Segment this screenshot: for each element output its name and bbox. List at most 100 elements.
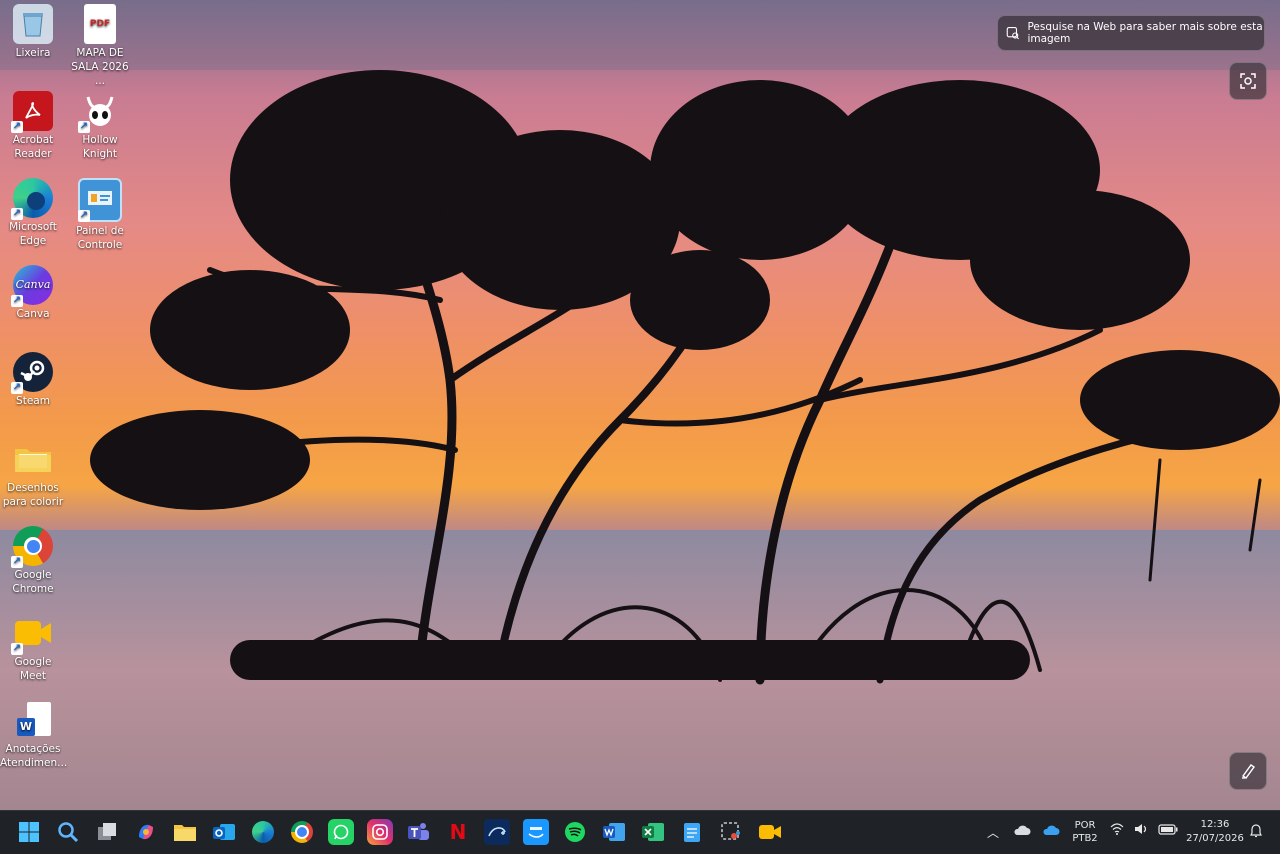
control-panel-icon: ↗ <box>78 178 122 222</box>
hollow-knight-icon: ↗ <box>78 91 120 133</box>
clock[interactable]: 12:36 27/07/2026 <box>1184 818 1246 846</box>
camera-app-button[interactable] <box>757 819 783 845</box>
desktop-icon-microsoft-edge[interactable]: ↗ Microsoft Edge <box>0 178 66 248</box>
word-icon <box>603 823 625 841</box>
mangrove-silhouette <box>0 0 1280 810</box>
desktop-icon-google-meet[interactable]: ↗ Google Meet <box>0 613 66 683</box>
task-view-button[interactable] <box>94 819 120 845</box>
outlook-icon <box>213 824 235 840</box>
desktop-icon-label: Painel de Controle <box>76 225 124 251</box>
teams-button[interactable] <box>406 819 432 845</box>
visual-search-button[interactable] <box>1229 62 1267 100</box>
disney-plus-icon <box>488 827 506 837</box>
desktop-icon-painel-de-controle[interactable]: ↗ Painel de Controle <box>67 178 133 252</box>
folder-icon <box>13 439 53 479</box>
desktop-icon-anotacoes-atendimento[interactable]: W Anotações Atendimen... <box>0 700 68 770</box>
shortcut-arrow-icon: ↗ <box>11 121 23 133</box>
desktop-icon-label: Acrobat Reader <box>12 134 54 160</box>
chevron-up-icon: ︿ <box>987 826 1000 840</box>
spotify-button[interactable] <box>562 819 588 845</box>
netflix-button[interactable]: N <box>445 819 471 845</box>
desktop-icon-google-chrome[interactable]: ↗ Google Chrome <box>0 526 66 596</box>
visual-search-text: Pesquise na Web para saber mais sobre es… <box>1027 21 1263 45</box>
clock-time: 12:36 <box>1200 819 1230 830</box>
start-button[interactable] <box>16 819 42 845</box>
desktop-icon-label: Hollow Knight <box>82 134 118 160</box>
desktop-icon-canva[interactable]: Canva ↗ Canva <box>0 265 66 321</box>
show-hidden-icons-button[interactable]: ︿ <box>987 824 999 841</box>
word-doc-icon: W <box>13 700 53 740</box>
netflix-icon: N <box>449 820 467 844</box>
language-indicator[interactable]: POR PTB2 <box>1068 819 1102 845</box>
chrome-icon <box>291 821 313 843</box>
prime-video-icon <box>528 827 544 838</box>
spotify-icon <box>565 822 585 842</box>
taskbar: N ︿ POR PTB2 12:36 27/07/2026 <box>0 810 1280 854</box>
onedrive-personal-tray-icon[interactable] <box>1013 823 1031 840</box>
onedrive-business-tray-icon[interactable] <box>1042 823 1060 840</box>
notepad-icon <box>684 823 700 842</box>
desktop-wallpaper <box>0 0 1280 810</box>
scan-icon <box>1240 73 1256 89</box>
meet-icon: ↗ <box>11 613 53 655</box>
desktop-icon-steam[interactable]: ↗ Steam <box>0 352 66 408</box>
desktop-icon-label: Google Meet <box>14 656 52 682</box>
pen-menu-button[interactable] <box>1229 752 1267 790</box>
desktop-icon-label: Microsoft Edge <box>9 221 57 247</box>
copilot-icon <box>139 824 153 840</box>
cloud-icon <box>1043 825 1060 835</box>
image-search-icon <box>1006 26 1019 40</box>
whatsapp-icon <box>333 824 349 840</box>
desktop-icon-label: Anotações Atendimen... <box>0 743 68 769</box>
search-icon <box>58 822 79 843</box>
pdf-file-icon: PDF <box>84 4 116 44</box>
edge-icon <box>252 821 274 843</box>
disney-plus-button[interactable] <box>484 819 510 845</box>
shortcut-arrow-icon: ↗ <box>11 382 23 394</box>
edge-icon: ↗ <box>11 178 53 220</box>
steam-icon: ↗ <box>11 352 53 394</box>
whatsapp-button[interactable] <box>328 819 354 845</box>
word-button[interactable] <box>601 819 627 845</box>
shortcut-arrow-icon: ↗ <box>11 643 23 655</box>
snipping-icon <box>721 822 740 840</box>
desktop-icon-lixeira[interactable]: Lixeira <box>0 4 66 60</box>
acrobat-icon: ↗ <box>11 91 53 133</box>
desktop-icon-label: Canva <box>16 308 50 320</box>
notepad-button[interactable] <box>679 819 705 845</box>
desktop-icon-label: Lixeira <box>15 47 51 59</box>
canva-icon: Canva ↗ <box>11 265 53 307</box>
prime-video-button[interactable] <box>523 819 549 845</box>
task-view-icon <box>98 823 116 840</box>
chrome-taskbar-button[interactable] <box>289 819 315 845</box>
folder-icon <box>174 825 196 841</box>
file-explorer-button[interactable] <box>172 819 198 845</box>
canva-logo-text: Canva <box>15 278 51 291</box>
desktop-icon-mapa-de-sala[interactable]: PDF MAPA DE SALA 2026 ... <box>67 4 133 88</box>
keyboard-layout: PTB2 <box>1072 833 1098 844</box>
shortcut-arrow-icon: ↗ <box>11 556 23 568</box>
outlook-button[interactable] <box>211 819 237 845</box>
desktop-icon-desenhos-para-colorir[interactable]: Desenhos para colorir <box>0 439 66 509</box>
pdf-badge: PDF <box>89 19 111 29</box>
snipping-tool-button[interactable] <box>718 819 744 845</box>
teams-icon <box>408 823 429 840</box>
desktop-icon-acrobat-reader[interactable]: ↗ Acrobat Reader <box>0 91 66 161</box>
excel-button[interactable] <box>640 819 666 845</box>
edge-taskbar-button[interactable] <box>250 819 276 845</box>
shortcut-arrow-icon: ↗ <box>11 295 23 307</box>
language-code: POR <box>1074 820 1096 831</box>
copilot-button[interactable] <box>133 819 159 845</box>
shortcut-arrow-icon: ↗ <box>11 208 23 220</box>
cloud-icon <box>1014 825 1031 835</box>
network-volume-battery-group[interactable] <box>1110 823 1178 835</box>
volume-icon <box>1135 824 1147 834</box>
visual-search-chip[interactable]: Pesquise na Web para saber mais sobre es… <box>997 15 1265 51</box>
notifications-button[interactable] <box>1249 823 1263 841</box>
desktop-icon-label: Google Chrome <box>12 569 54 595</box>
instagram-button[interactable] <box>367 819 393 845</box>
desktop-icon-label: Steam <box>16 395 50 407</box>
taskbar-search-button[interactable] <box>55 819 81 845</box>
desktop-icon-hollow-knight[interactable]: ↗ Hollow Knight <box>67 91 133 161</box>
instagram-icon <box>372 824 388 840</box>
